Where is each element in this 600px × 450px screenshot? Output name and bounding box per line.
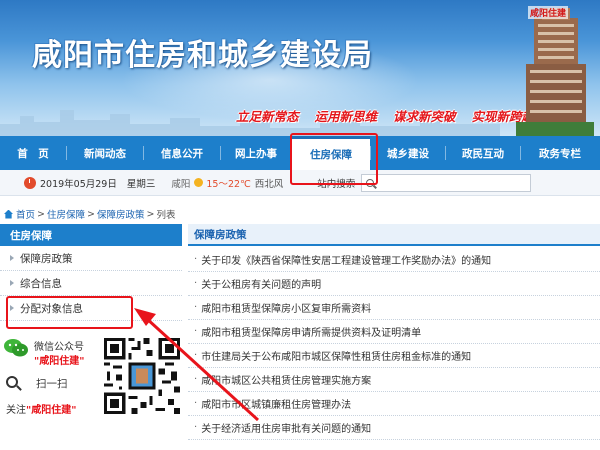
bullet: · — [194, 398, 198, 409]
nav-home[interactable]: 首 页 — [0, 136, 66, 170]
article-title: 咸阳市市区城镇廉租住房管理办法 — [201, 400, 352, 411]
building-photo: 咸阳住建 — [516, 4, 594, 136]
sidebar-item-general-info[interactable]: 综合信息 — [0, 271, 182, 296]
bullet: · — [194, 278, 198, 289]
clock-icon — [24, 176, 36, 189]
follow-prefix: 关注 — [6, 405, 26, 416]
follow-line: 关注"咸阳住建" — [6, 401, 76, 416]
article-link[interactable]: · 咸阳市租赁型保障房申请所需提供资料及证明清单 — [188, 320, 600, 344]
home-icon — [4, 209, 13, 219]
sidebar-heading: 住房保障 — [0, 224, 182, 246]
current-weekday: 星期三 — [126, 178, 156, 190]
article-link[interactable]: · 关于公租房有关问题的声明 — [188, 272, 600, 296]
weather-city: 咸阳 — [171, 178, 191, 190]
slogan-row: 立足新常态 运用新思维 谋求新突破 实现新跨越 — [236, 106, 534, 125]
wind-direction: 西北风 — [254, 178, 284, 190]
article-title: 关于印发《陕西省保障性安居工程建设管理工作奖励办法》的通知 — [201, 256, 492, 267]
breadcrumb-subsection[interactable]: 保障房政策 — [97, 207, 145, 221]
sidebar-item-label: 保障房政策 — [20, 252, 73, 265]
bullet: · — [194, 422, 198, 433]
bullet: · — [194, 374, 198, 385]
list-heading: 保障房政策 — [188, 224, 600, 246]
nav-info-disclosure[interactable]: 信息公开 — [144, 136, 220, 170]
site-search-input[interactable] — [361, 173, 532, 192]
wechat-account-name: "咸阳住建" — [34, 356, 85, 367]
breadcrumb-separator: > — [37, 208, 45, 220]
highlight-box-nav — [290, 133, 378, 185]
article-title: 咸阳市城区公共租赁住房管理实施方案 — [201, 376, 372, 387]
article-list: · 关于印发《陕西省保障性安居工程建设管理工作奖励办法》的通知 · 关于公租房有关问… — [188, 248, 600, 440]
slogan-1: 立足新常态 — [236, 109, 299, 124]
article-title: 咸阳市租赁型保障房小区复审所需资料 — [201, 304, 372, 315]
qr-code — [104, 338, 180, 414]
slogan-3: 谋求新突破 — [393, 109, 456, 124]
nav-interaction[interactable]: 政民互动 — [446, 136, 520, 170]
header-banner: 咸阳市住房和城乡建设局 立足新常态 运用新思维 谋求新突破 实现新跨越 咸阳住建 — [0, 0, 600, 136]
sun-icon — [194, 178, 204, 187]
article-title: 咸阳市租赁型保障房申请所需提供资料及证明清单 — [201, 328, 422, 339]
breadcrumb-current: 列表 — [156, 210, 176, 221]
triangle-bullet-icon — [10, 280, 14, 286]
current-date: 2019年05月29日 — [40, 178, 117, 190]
site-title[interactable]: 咸阳市住房和城乡建设局 — [32, 30, 373, 74]
wechat-account-label: 微信公众号 — [34, 342, 84, 353]
highlight-box-sidebar — [6, 296, 133, 329]
bullet: · — [194, 254, 198, 265]
triangle-bullet-icon — [10, 255, 14, 261]
article-link[interactable]: · 咸阳市租赁型保障房小区复审所需资料 — [188, 296, 600, 320]
breadcrumb-separator: > — [146, 208, 155, 220]
breadcrumb: 首页 > 住房保障 > 保障房政策 > 列表 — [4, 207, 175, 221]
nav-urban-rural[interactable]: 城乡建设 — [371, 136, 445, 170]
nav-special-column[interactable]: 政务专栏 — [521, 136, 599, 170]
article-link[interactable]: · 咸阳市城区公共租赁住房管理实施方案 — [188, 368, 600, 392]
breadcrumb-separator: > — [87, 208, 95, 220]
building-sign: 咸阳住建 — [528, 6, 569, 19]
slogan-2: 运用新思维 — [314, 109, 378, 124]
scan-icon — [6, 376, 18, 388]
article-title: 关于经济适用住房审批有关问题的通知 — [201, 424, 372, 435]
temperature: 15～22℃ — [206, 178, 251, 190]
sidebar-item-label: 综合信息 — [20, 277, 62, 290]
article-link[interactable]: · 关于印发《陕西省保障性安居工程建设管理工作奖励办法》的通知 — [188, 248, 600, 272]
bullet: · — [194, 350, 198, 361]
article-link[interactable]: · 市住建局关于公布咸阳市城区保障性租赁住房租金标准的通知 — [188, 344, 600, 368]
sidebar-item-policy[interactable]: 保障房政策 — [0, 246, 182, 271]
bullet: · — [194, 302, 198, 313]
wechat-icon — [4, 339, 28, 357]
bullet: · — [194, 326, 198, 337]
nav-news[interactable]: 新闻动态 — [67, 136, 143, 170]
follow-account: "咸阳住建" — [26, 405, 77, 416]
breadcrumb-home[interactable]: 首页 — [16, 207, 35, 221]
scan-label: 扫一扫 — [36, 378, 68, 390]
breadcrumb-section[interactable]: 住房保障 — [47, 207, 85, 221]
nav-online-services[interactable]: 网上办事 — [221, 136, 291, 170]
article-link[interactable]: · 关于经济适用住房审批有关问题的通知 — [188, 416, 600, 440]
article-title: 市住建局关于公布咸阳市城区保障性租赁住房租金标准的通知 — [201, 352, 472, 363]
article-link[interactable]: · 咸阳市市区城镇廉租住房管理办法 — [188, 392, 600, 416]
article-title: 关于公租房有关问题的声明 — [201, 280, 322, 291]
